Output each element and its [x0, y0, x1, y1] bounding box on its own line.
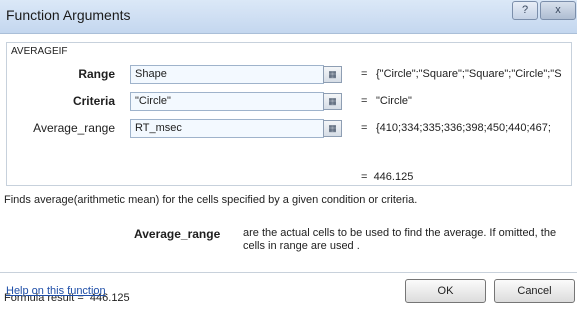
equals-sign: = [361, 95, 368, 107]
function-result: = 446.125 [361, 171, 413, 183]
criteria-label: Criteria [72, 94, 115, 108]
criteria-result: "Circle" [376, 95, 412, 107]
title-bar: Function Arguments ? x [0, 0, 577, 34]
collapse-dialog-icon[interactable]: ▦ [323, 66, 342, 83]
function-description: Finds average(arithmetic mean) for the c… [4, 194, 418, 206]
average-range-result: {410;334;335;336;398;450;440;467; [376, 122, 551, 134]
equals-sign: = [361, 122, 368, 134]
equals-sign: = [361, 171, 368, 183]
close-button[interactable]: x [540, 1, 576, 20]
collapse-dialog-icon[interactable]: ▦ [323, 93, 342, 110]
arguments-group: AVERAGEIF Range Shape ▦ = {"Circle";"Squ… [6, 42, 572, 186]
arg-help-name: Average_range [134, 227, 221, 241]
average-range-input[interactable]: RT_msec [130, 119, 324, 138]
result-value: 446.125 [373, 171, 414, 183]
dialog-body: AVERAGEIF Range Shape ▦ = {"Circle";"Squ… [0, 34, 577, 316]
collapse-dialog-icon[interactable]: ▦ [323, 120, 342, 137]
dialog-title: Function Arguments [6, 7, 131, 23]
criteria-input[interactable]: "Circle" [130, 92, 324, 111]
range-result: {"Circle";"Square";"Square";"Circle";"S [376, 68, 562, 80]
help-link[interactable]: Help on this function [6, 285, 106, 297]
divider [0, 272, 577, 273]
equals-sign: = [361, 68, 368, 80]
function-name: AVERAGEIF [11, 46, 68, 57]
range-input[interactable]: Shape [130, 65, 324, 84]
range-label: Range [78, 67, 115, 81]
arg-help-text: are the actual cells to be used to find … [243, 227, 557, 252]
help-button[interactable]: ? [512, 1, 538, 20]
ok-button[interactable]: OK [405, 279, 486, 303]
cancel-button[interactable]: Cancel [494, 279, 575, 303]
average-range-label: Average_range [33, 121, 115, 135]
